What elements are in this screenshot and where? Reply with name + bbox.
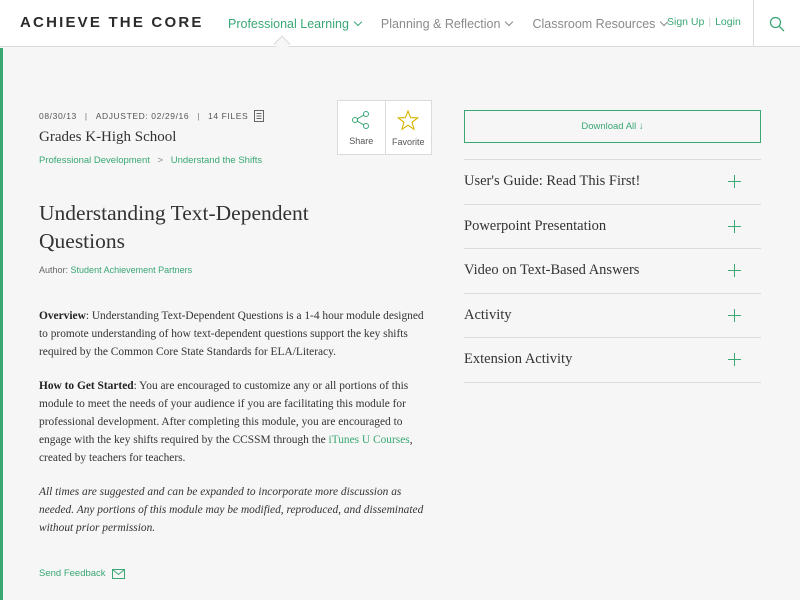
share-favorite-box: Share Favorite [337,100,432,155]
getting-started-paragraph: How to Get Started: You are encouraged t… [39,377,434,467]
disclaimer-paragraph: All times are suggested and can be expan… [39,486,424,534]
nav-classroom-resources[interactable]: Classroom Resources [532,0,669,47]
nav-label: Planning & Reflection [380,16,501,31]
share-label: Share [349,136,374,146]
grade-range: Grades K-High School [39,129,177,145]
file-name: Powerpoint Presentation [464,217,607,234]
plus-icon [728,175,741,189]
file-item-powerpoint[interactable]: Powerpoint Presentation [464,205,761,249]
publish-date: 08/30/13 [39,111,77,121]
author-line: Author: Student Achievement Partners [39,265,192,275]
star-icon [397,110,420,131]
file-item-activity[interactable]: Activity [464,294,761,338]
module-meta: 08/30/13 | ADJUSTED: 02/29/16 | 14 FILES [39,110,265,122]
file-name: Extension Activity [464,351,573,368]
plus-icon [728,219,741,233]
nav-label: Professional Learning [228,16,349,31]
auth-links: Sign Up | Login [667,16,741,28]
chevron-down-icon [505,17,514,26]
author-label: Author: [39,265,69,275]
left-accent-bar [0,48,3,600]
share-icon [352,111,370,129]
sign-up-link[interactable]: Sign Up [667,16,704,28]
favorite-label: Favorite [391,137,425,147]
file-name: Activity [464,306,512,323]
document-icon [254,110,265,122]
file-item-extension-activity[interactable]: Extension Activity [464,338,761,383]
nav-label: Classroom Resources [532,16,656,31]
plus-icon [728,264,741,278]
breadcrumb-professional-development[interactable]: Professional Development [39,155,150,166]
favorite-button[interactable]: Favorite [384,101,432,154]
file-name: User's Guide: Read This First! [464,173,641,190]
itunes-courses-link[interactable]: iTunes U Courses [328,434,409,446]
file-name: Video on Text-Based Answers [464,262,640,279]
mail-icon [111,568,125,579]
breadcrumb-understand-shifts[interactable]: Understand the Shifts [171,155,262,166]
nav-professional-learning[interactable]: Professional Learning [228,0,363,47]
login-link[interactable]: Login [715,16,741,28]
overview-heading: Overview [39,310,86,322]
overview-text: : Understanding Text-Dependent Questions… [39,310,424,358]
author-link[interactable]: Student Achievement Partners [71,265,193,275]
auth-separator: | [708,16,712,28]
nav-planning-reflection[interactable]: Planning & Reflection [380,0,514,47]
breadcrumb-separator: > [157,155,164,166]
file-count: 14 FILES [208,111,249,121]
search-button[interactable] [753,0,800,47]
search-icon [769,16,785,31]
main-nav: Professional Learning Planning & Reflect… [228,0,687,47]
meta-separator: | [84,111,88,121]
adjusted-date: ADJUSTED: 02/29/16 [95,111,190,121]
breadcrumb: Professional Development > Understand th… [39,155,262,166]
plus-icon [728,308,741,322]
send-feedback-link[interactable]: Send Feedback [39,568,125,579]
site-header: ACHIEVE THE CORE Professional Learning P… [0,0,800,47]
file-item-users-guide[interactable]: User's Guide: Read This First! [464,160,761,205]
page-title: Understanding Text-Dependent Questions [39,201,309,253]
file-list: User's Guide: Read This First! Powerpoin… [464,159,761,383]
share-button[interactable]: Share [338,101,385,154]
meta-separator: | [197,111,200,121]
getting-started-heading: How to Get Started [39,380,134,392]
site-logo[interactable]: ACHIEVE THE CORE [20,14,204,31]
chevron-down-icon [353,17,363,26]
overview-paragraph: Overview: Understanding Text-Dependent Q… [39,307,434,361]
file-item-video[interactable]: Video on Text-Based Answers [464,249,761,294]
feedback-label: Send Feedback [39,568,106,579]
plus-icon [728,353,741,367]
download-all-button[interactable]: Download All ↓ [464,110,761,143]
